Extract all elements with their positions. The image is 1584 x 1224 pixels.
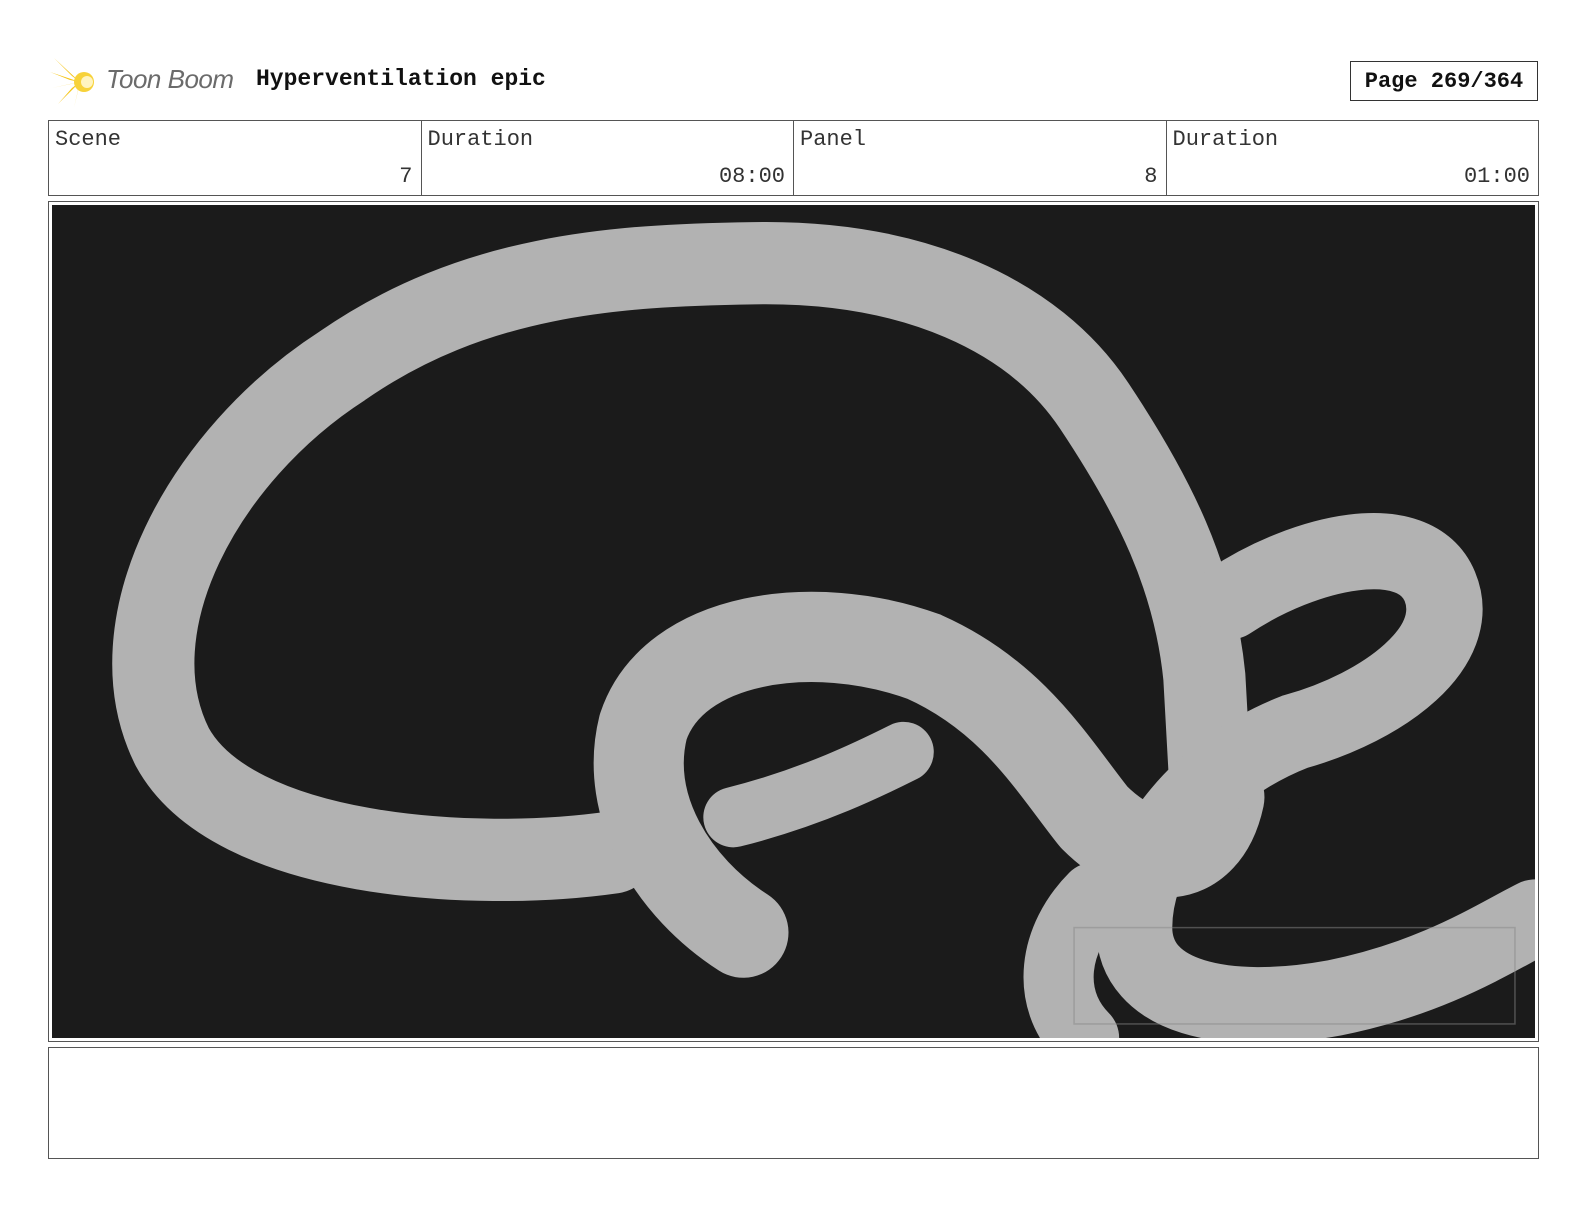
project-title: Hyperventilation epic bbox=[256, 66, 546, 92]
scene-value: 7 bbox=[399, 164, 413, 189]
starburst-icon bbox=[50, 54, 94, 108]
bottom-tail-shape bbox=[1023, 862, 1130, 1038]
scene-duration-cell: Duration 08:00 bbox=[422, 121, 794, 195]
scene-info-row: Scene 7 Duration 08:00 Panel 8 Duration … bbox=[48, 120, 1539, 196]
scene-duration-value: 08:00 bbox=[718, 164, 785, 189]
panel-duration-cell: Duration 01:00 bbox=[1167, 121, 1539, 195]
panel-cell: Panel 8 bbox=[794, 121, 1167, 195]
panel-notes-box bbox=[48, 1047, 1539, 1159]
panel-label: Panel bbox=[800, 127, 867, 152]
toon-boom-logo: Toon Boom bbox=[50, 54, 240, 110]
panel-duration-value: 01:00 bbox=[1463, 164, 1530, 189]
page-indicator: Page 269/364 bbox=[1350, 61, 1538, 101]
panel-value: 8 bbox=[1144, 164, 1158, 189]
logo-wordmark: Toon Boom bbox=[106, 64, 234, 94]
scene-duration-label: Duration bbox=[427, 127, 534, 152]
scene-cell: Scene 7 bbox=[49, 121, 422, 195]
storyboard-panel-drawing bbox=[52, 205, 1535, 1038]
scene-label: Scene bbox=[55, 127, 122, 152]
panel-duration-label: Duration bbox=[1172, 127, 1279, 152]
storyboard-panel-frame bbox=[48, 201, 1539, 1042]
